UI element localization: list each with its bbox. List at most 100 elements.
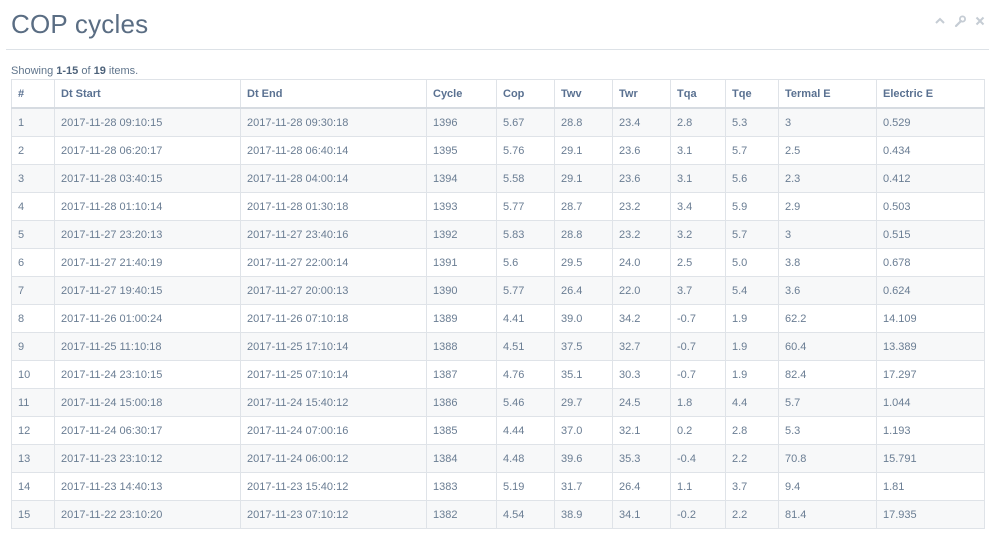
table-row[interactable]: 2 2017-11-28 06:20:17 2017-11-28 06:40:14 1… bbox=[11, 136, 985, 165]
table-cell: 3.6 bbox=[778, 276, 877, 305]
table-cell: 5.7 bbox=[725, 136, 779, 165]
table-cell: 9 bbox=[11, 332, 55, 361]
table-cell: 2017-11-27 23:20:13 bbox=[54, 220, 241, 249]
table-row[interactable]: 7 2017-11-27 19:40:15 2017-11-27 20:00:13 1… bbox=[11, 276, 985, 305]
table-cell: 2.5 bbox=[670, 248, 726, 277]
table-cell: 4.41 bbox=[496, 304, 555, 333]
column-header[interactable]: Tqa bbox=[670, 79, 726, 109]
table-cell: 3.7 bbox=[670, 276, 726, 305]
table-cell: 3.1 bbox=[670, 136, 726, 165]
table-cell: 1391 bbox=[426, 248, 497, 277]
table-cell: 32.7 bbox=[612, 332, 671, 361]
table-cell: 5.58 bbox=[496, 164, 555, 193]
table-row[interactable]: 5 2017-11-27 23:20:13 2017-11-27 23:40:16 1… bbox=[11, 220, 985, 249]
table-cell: 1384 bbox=[426, 444, 497, 473]
table-cell: 2017-11-22 23:10:20 bbox=[54, 500, 241, 529]
table-cell: 4.54 bbox=[496, 500, 555, 529]
table-row[interactable]: 8 2017-11-26 01:00:24 2017-11-26 07:10:18 1… bbox=[11, 304, 985, 333]
wrench-icon[interactable] bbox=[954, 14, 966, 28]
table-row[interactable]: 12 2017-11-24 06:30:17 2017-11-24 07:00:16… bbox=[11, 416, 985, 445]
table-cell: 31.7 bbox=[554, 472, 613, 501]
table-row[interactable]: 15 2017-11-22 23:10:20 2017-11-23 07:10:12… bbox=[11, 500, 985, 529]
table-cell: 1.8 bbox=[670, 388, 726, 417]
column-header[interactable]: Tqe bbox=[725, 79, 779, 109]
table-cell: 13.389 bbox=[876, 332, 985, 361]
table-cell: 4.44 bbox=[496, 416, 555, 445]
table-cell: 5.6 bbox=[496, 248, 555, 277]
table-cell: 62.2 bbox=[778, 304, 877, 333]
table-cell: 4.48 bbox=[496, 444, 555, 473]
table-row[interactable]: 14 2017-11-23 14:40:13 2017-11-23 15:40:12… bbox=[11, 472, 985, 501]
column-header[interactable]: Termal E bbox=[778, 79, 877, 109]
table-cell: 34.1 bbox=[612, 500, 671, 529]
table-cell: 2.8 bbox=[725, 416, 779, 445]
table-cell: 0.503 bbox=[876, 192, 985, 221]
column-header[interactable]: Cycle bbox=[426, 79, 497, 109]
table-cell: 81.4 bbox=[778, 500, 877, 529]
table-cell: 7 bbox=[11, 276, 55, 305]
column-header[interactable]: Dt Start bbox=[54, 79, 241, 109]
table-cell: 39.0 bbox=[554, 304, 613, 333]
table-row[interactable]: 6 2017-11-27 21:40:19 2017-11-27 22:00:14 1… bbox=[11, 248, 985, 277]
table-cell: 29.7 bbox=[554, 388, 613, 417]
table-cell: 6 bbox=[11, 248, 55, 277]
table-cell: 0.529 bbox=[876, 107, 985, 137]
table-row[interactable]: 1 2017-11-28 09:10:15 2017-11-28 09:30:18 1… bbox=[11, 107, 985, 137]
table-cell: 1396 bbox=[426, 107, 497, 137]
column-header[interactable]: Twv bbox=[554, 79, 613, 109]
table-cell: 17.935 bbox=[876, 500, 985, 529]
table-cell: 0.624 bbox=[876, 276, 985, 305]
table-cell: 26.4 bbox=[612, 472, 671, 501]
table-cell: 5.9 bbox=[725, 192, 779, 221]
table-cell: 5.7 bbox=[778, 388, 877, 417]
table-row[interactable]: 3 2017-11-28 03:40:15 2017-11-28 04:00:14 1… bbox=[11, 164, 985, 193]
column-header[interactable]: Dt End bbox=[240, 79, 427, 109]
column-header[interactable]: Electric E bbox=[876, 79, 985, 109]
table-cell: -0.7 bbox=[670, 360, 726, 389]
table-cell: 0.434 bbox=[876, 136, 985, 165]
panel-tools bbox=[934, 14, 986, 28]
table-cell: 1393 bbox=[426, 192, 497, 221]
table-cell: 30.3 bbox=[612, 360, 671, 389]
table-cell: 5.0 bbox=[725, 248, 779, 277]
table-cell: 0.2 bbox=[670, 416, 726, 445]
table-cell: 2017-11-27 21:40:19 bbox=[54, 248, 241, 277]
table-row[interactable]: 9 2017-11-25 11:10:18 2017-11-25 17:10:14 1… bbox=[11, 332, 985, 361]
table-cell: 3 bbox=[11, 164, 55, 193]
table-row[interactable]: 11 2017-11-24 15:00:18 2017-11-24 15:40:12… bbox=[11, 388, 985, 417]
table-cell: 28.8 bbox=[554, 107, 613, 137]
table-cell: 5.3 bbox=[725, 107, 779, 137]
table-cell: 5.6 bbox=[725, 164, 779, 193]
column-header[interactable]: # bbox=[11, 79, 55, 109]
table-cell: 2.2 bbox=[725, 500, 779, 529]
table-cell: 26.4 bbox=[554, 276, 613, 305]
chevron-up-icon[interactable] bbox=[934, 14, 946, 28]
column-header[interactable]: Twr bbox=[612, 79, 671, 109]
table-cell: 2.8 bbox=[670, 107, 726, 137]
summary-suffix: items. bbox=[105, 65, 139, 77]
table-row[interactable]: 10 2017-11-24 23:10:15 2017-11-25 07:10:14… bbox=[11, 360, 985, 389]
table-cell: 23.6 bbox=[612, 136, 671, 165]
table-row[interactable]: 13 2017-11-23 23:10:12 2017-11-24 06:00:12… bbox=[11, 444, 985, 473]
table-cell: 5.77 bbox=[496, 192, 555, 221]
table-cell: 2017-11-27 22:00:14 bbox=[240, 248, 427, 277]
table-cell: 3.2 bbox=[670, 220, 726, 249]
table-cell: 1392 bbox=[426, 220, 497, 249]
table-cell: 2017-11-23 23:10:12 bbox=[54, 444, 241, 473]
title-divider bbox=[6, 49, 989, 50]
table-cell: 3.8 bbox=[778, 248, 877, 277]
close-icon[interactable] bbox=[974, 14, 986, 28]
table-cell: 15 bbox=[11, 500, 55, 529]
table-cell: 2.3 bbox=[778, 164, 877, 193]
table-cell: 1.9 bbox=[725, 304, 779, 333]
column-header[interactable]: Cop bbox=[496, 79, 555, 109]
table-cell: 1389 bbox=[426, 304, 497, 333]
table-cell: 10 bbox=[11, 360, 55, 389]
table-cell: 1388 bbox=[426, 332, 497, 361]
table-cell: 0.678 bbox=[876, 248, 985, 277]
table-cell: 24.0 bbox=[612, 248, 671, 277]
table-row[interactable]: 4 2017-11-28 01:10:14 2017-11-28 01:30:18 1… bbox=[11, 192, 985, 221]
table-cell: 1.9 bbox=[725, 360, 779, 389]
table-cell: 2.9 bbox=[778, 192, 877, 221]
table-cell: 4.4 bbox=[725, 388, 779, 417]
